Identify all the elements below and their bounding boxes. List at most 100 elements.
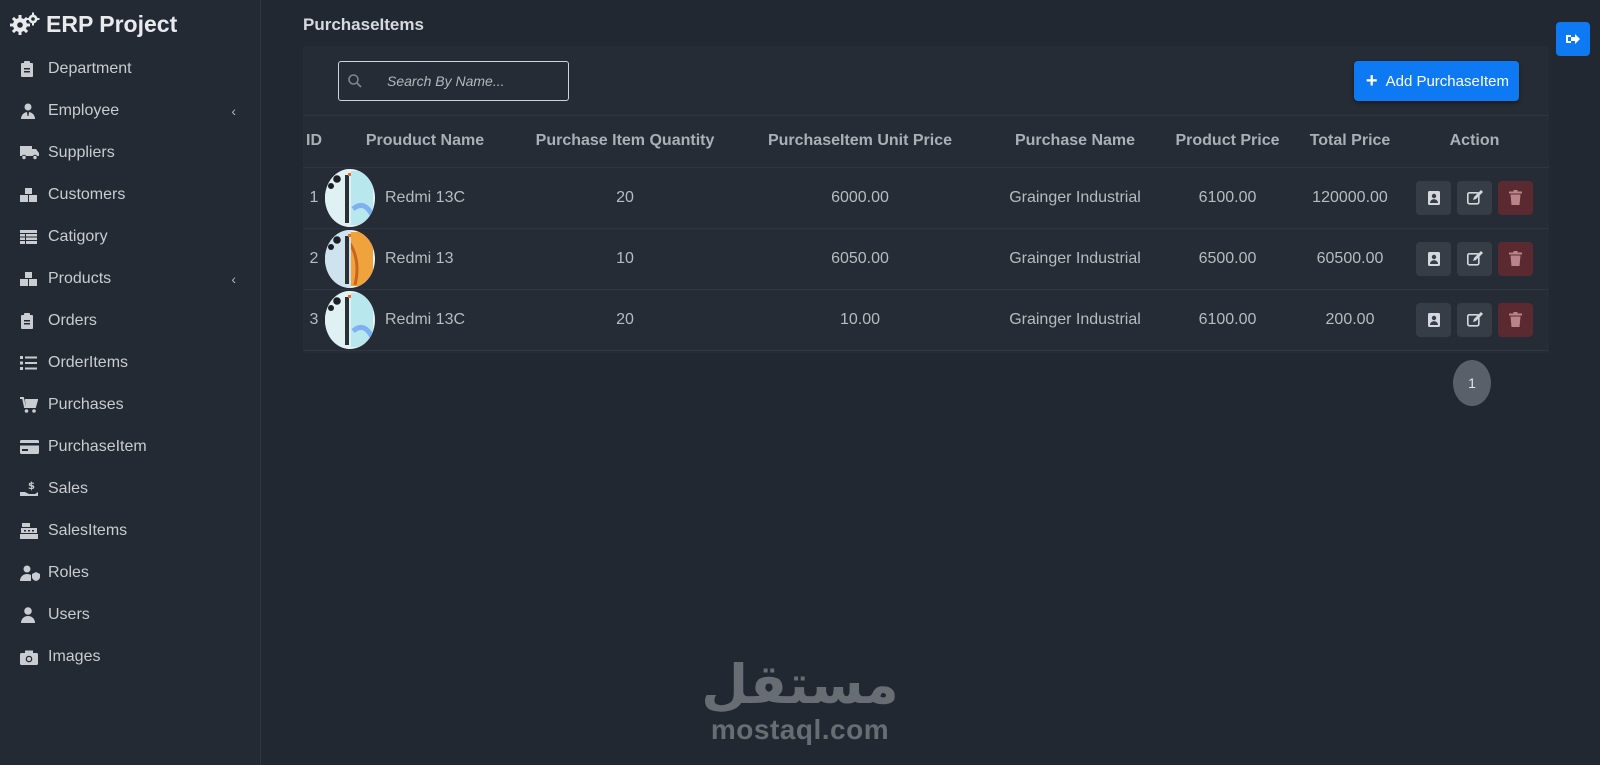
sidebar-item-label: Employee bbox=[48, 102, 120, 119]
clipboard-icon bbox=[20, 61, 42, 77]
sidebar: ERP Project Department Employee ‹ Suppliers… bbox=[0, 0, 261, 765]
col-quantity: Purchase Item Quantity bbox=[525, 116, 725, 168]
add-button-label: Add PurchaseItem bbox=[1385, 72, 1509, 90]
cell-product: Redmi 13C bbox=[325, 289, 525, 351]
sidebar-item-roles[interactable]: Roles bbox=[0, 552, 260, 594]
details-button[interactable] bbox=[1416, 302, 1451, 337]
cell-product-price: 6100.00 bbox=[1155, 167, 1300, 229]
sidebar-item-images[interactable]: Images bbox=[0, 636, 260, 678]
cart-icon bbox=[20, 397, 42, 413]
col-product-name: Prouduct Name bbox=[325, 116, 525, 168]
table-row: 2 Redmi 13 10 6050.00 Grainger Industrial 650… bbox=[303, 228, 1549, 290]
trash-icon bbox=[1509, 251, 1522, 266]
brand[interactable]: ERP Project bbox=[0, 0, 260, 48]
details-button[interactable] bbox=[1416, 241, 1451, 276]
purchase-items-table: ID Prouduct Name Purchase Item Quantity … bbox=[303, 116, 1549, 351]
sidebar-item-products[interactable]: Products ‹ bbox=[0, 258, 260, 300]
edit-button[interactable] bbox=[1457, 302, 1492, 337]
sidebar-item-label: Orders bbox=[48, 312, 97, 329]
sidebar-item-users[interactable]: Users bbox=[0, 594, 260, 636]
sidebar-item-label: Users bbox=[48, 606, 90, 623]
table-row: 3 Redmi 13C 20 10.00 Grainger Industrial 6100… bbox=[303, 289, 1549, 351]
trash-icon bbox=[1509, 190, 1522, 205]
sidebar-item-department[interactable]: Department bbox=[0, 48, 260, 90]
sidebar-item-purchaseitem[interactable]: PurchaseItem bbox=[0, 426, 260, 468]
sidebar-item-customers[interactable]: Customers bbox=[0, 174, 260, 216]
cell-total-price: 60500.00 bbox=[1300, 228, 1400, 290]
sidebar-item-employee[interactable]: Employee ‹ bbox=[0, 90, 260, 132]
cell-purchase-name: Grainger Industrial bbox=[995, 228, 1155, 290]
boxes-icon bbox=[20, 187, 42, 203]
product-image bbox=[325, 168, 375, 227]
cell-product: Redmi 13 bbox=[325, 228, 525, 290]
sidebar-item-catigory[interactable]: Catigory bbox=[0, 216, 260, 258]
cell-quantity: 10 bbox=[525, 228, 725, 290]
edit-icon bbox=[1466, 190, 1483, 205]
col-action: Action bbox=[1400, 116, 1549, 168]
sidebar-item-orderitems[interactable]: OrderItems bbox=[0, 342, 260, 384]
toolbar: + Add PurchaseItem bbox=[303, 46, 1549, 116]
cell-product-price: 6100.00 bbox=[1155, 289, 1300, 351]
sidebar-item-purchases[interactable]: Purchases bbox=[0, 384, 260, 426]
logout-button[interactable] bbox=[1556, 22, 1590, 56]
cell-product-price: 6500.00 bbox=[1155, 228, 1300, 290]
sidebar-nav: Department Employee ‹ Suppliers Customers Cat… bbox=[0, 48, 260, 678]
truck-icon bbox=[20, 145, 42, 161]
delete-button[interactable] bbox=[1498, 180, 1533, 215]
sidebar-item-suppliers[interactable]: Suppliers bbox=[0, 132, 260, 174]
delete-button[interactable] bbox=[1498, 241, 1533, 276]
cell-actions bbox=[1400, 167, 1549, 229]
pagination-page-1[interactable]: 1 bbox=[1453, 360, 1491, 406]
cell-purchase-name: Grainger Industrial bbox=[995, 289, 1155, 351]
plus-icon: + bbox=[1365, 70, 1378, 92]
clipboard-icon bbox=[20, 313, 42, 329]
page-title: PurchaseItems bbox=[303, 15, 424, 34]
edit-button[interactable] bbox=[1457, 241, 1492, 276]
sidebar-item-orders[interactable]: Orders bbox=[0, 300, 260, 342]
chevron-left-icon[interactable]: ‹ bbox=[231, 103, 236, 119]
sign-out-icon bbox=[1566, 34, 1580, 44]
add-purchase-item-button[interactable]: + Add PurchaseItem bbox=[1353, 61, 1519, 101]
col-product-price: Product Price bbox=[1155, 116, 1300, 168]
hand-dollar-icon: $ bbox=[20, 481, 42, 497]
cell-unit-price: 6050.00 bbox=[725, 228, 995, 290]
watermark: مستقل mostaql.com bbox=[700, 655, 900, 745]
list-icon bbox=[20, 355, 42, 371]
cell-unit-price: 10.00 bbox=[725, 289, 995, 351]
sidebar-item-label: PurchaseItem bbox=[48, 438, 147, 455]
search-input[interactable] bbox=[339, 62, 568, 100]
edit-button[interactable] bbox=[1457, 180, 1492, 215]
purchase-items-card: + Add PurchaseItem ID Prouduct Name Purc… bbox=[303, 46, 1549, 353]
cell-product: Redmi 13C bbox=[325, 167, 525, 229]
sidebar-item-label: Customers bbox=[48, 186, 126, 203]
sidebar-item-salesitems[interactable]: SalesItems bbox=[0, 510, 260, 552]
app-title: ERP Project bbox=[46, 10, 178, 37]
user-icon bbox=[20, 607, 42, 623]
svg-text:$: $ bbox=[28, 481, 35, 492]
delete-button[interactable] bbox=[1498, 302, 1533, 337]
trash-icon bbox=[1509, 312, 1522, 327]
col-purchase-name: Purchase Name bbox=[995, 116, 1155, 168]
cell-quantity: 20 bbox=[525, 167, 725, 229]
cell-total-price: 200.00 bbox=[1300, 289, 1400, 351]
sidebar-item-label: Products bbox=[48, 270, 112, 287]
sidebar-item-label: SalesItems bbox=[48, 522, 128, 539]
camera-icon bbox=[20, 649, 42, 665]
col-id: ID bbox=[303, 116, 325, 168]
edit-icon bbox=[1466, 251, 1483, 266]
chevron-left-icon[interactable]: ‹ bbox=[231, 271, 236, 287]
cell-id: 1 bbox=[303, 167, 325, 229]
cash-register-icon bbox=[20, 523, 42, 539]
gears-icon bbox=[10, 12, 40, 35]
table-header-row: ID Prouduct Name Purchase Item Quantity … bbox=[303, 116, 1549, 168]
sidebar-item-label: Roles bbox=[48, 564, 89, 581]
search-box bbox=[338, 61, 569, 101]
cell-total-price: 120000.00 bbox=[1300, 167, 1400, 229]
sidebar-item-label: OrderItems bbox=[48, 354, 129, 371]
product-name: Redmi 13C bbox=[385, 188, 466, 206]
details-button[interactable] bbox=[1416, 180, 1451, 215]
product-image bbox=[325, 290, 375, 349]
cell-purchase-name: Grainger Industrial bbox=[995, 167, 1155, 229]
cell-unit-price: 6000.00 bbox=[725, 167, 995, 229]
sidebar-item-sales[interactable]: $ Sales bbox=[0, 468, 260, 510]
